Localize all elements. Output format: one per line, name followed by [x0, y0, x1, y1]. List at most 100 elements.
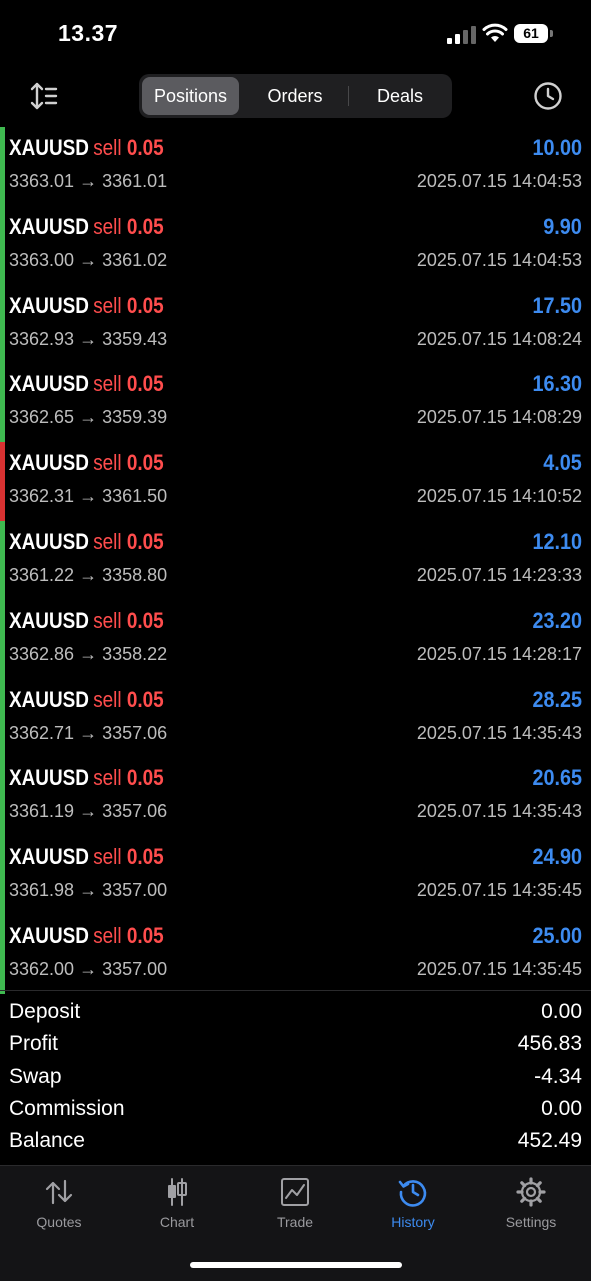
deal-type: sell — [93, 607, 122, 633]
deal-indicator-bar — [0, 442, 5, 521]
summary-value: 456.83 — [517, 1032, 582, 1056]
summary-label: Profit — [9, 1032, 59, 1056]
deal-time: 2025.07.15 14:08:24 — [416, 328, 582, 349]
deal-indicator-bar — [0, 678, 5, 758]
summary-row-deposit: Deposit 0.00 — [0, 997, 591, 1029]
deal-type: sell — [93, 844, 122, 870]
deal-title: XAUUSD sell 0.05 — [9, 687, 164, 713]
deal-title: XAUUSD sell 0.05 — [9, 765, 164, 791]
deal-title: XAUUSD sell 0.05 — [9, 293, 164, 319]
deal-title: XAUUSD sell 0.05 — [9, 371, 164, 397]
quotes-arrows-icon — [45, 1179, 73, 1205]
deal-time: 2025.07.15 14:28:17 — [416, 643, 582, 664]
deal-volume: 0.05 — [126, 450, 164, 476]
deal-title: XAUUSD sell 0.05 — [9, 844, 164, 870]
clock-icon[interactable] — [532, 80, 564, 112]
battery-level: 61 — [514, 24, 548, 43]
summary-label: Commission — [9, 1096, 125, 1120]
deal-symbol: XAUUSD — [9, 922, 89, 948]
deal-profit: 12.10 — [532, 528, 582, 554]
deal-indicator-bar — [0, 284, 5, 364]
deal-prices: 3363.00 → 3361.02 — [9, 249, 168, 270]
deal-indicator-bar — [0, 757, 5, 837]
deal-profit: 23.20 — [532, 607, 582, 633]
deal-volume: 0.05 — [126, 922, 164, 948]
deal-row[interactable]: XAUUSD sell 0.05 12.10 3361.22 → 3358.80 … — [0, 520, 591, 600]
summary-divider — [0, 990, 591, 991]
nav-quotes[interactable]: Quotes — [0, 1176, 118, 1236]
deal-volume: 0.05 — [126, 213, 164, 239]
deal-prices: 3361.22 → 3358.80 — [9, 564, 168, 585]
deal-volume: 0.05 — [126, 765, 164, 791]
deal-title: XAUUSD sell 0.05 — [9, 135, 164, 161]
deal-profit: 24.90 — [532, 844, 582, 870]
top-bar: Positions Orders Deals — [0, 70, 591, 122]
tab-divider — [348, 86, 349, 106]
deal-prices: 3361.19 → 3357.06 — [9, 801, 168, 822]
deal-row[interactable]: XAUUSD sell 0.05 10.00 3363.01 → 3361.01 … — [0, 127, 591, 206]
tab-positions[interactable]: Positions — [142, 77, 239, 115]
nav-chart[interactable]: Chart — [118, 1176, 236, 1236]
deal-row[interactable]: XAUUSD sell 0.05 16.30 3362.65 → 3359.39 … — [0, 363, 591, 443]
status-time: 13.37 — [58, 20, 119, 46]
deal-row[interactable]: XAUUSD sell 0.05 4.05 3362.31 → 3361.50 2… — [0, 442, 591, 521]
deal-title: XAUUSD sell 0.05 — [9, 529, 164, 555]
deal-row[interactable]: XAUUSD sell 0.05 23.20 3362.86 → 3358.22 … — [0, 599, 591, 679]
cellular-signal-icon — [447, 26, 476, 44]
deal-profit: 4.05 — [543, 450, 582, 476]
deal-symbol: XAUUSD — [9, 371, 89, 397]
summary-value: 0.00 — [541, 1000, 582, 1023]
deal-indicator-bar — [0, 205, 5, 285]
nav-history[interactable]: History — [354, 1176, 472, 1236]
deal-prices: 3363.01 → 3361.01 — [9, 171, 168, 191]
deal-time: 2025.07.15 14:35:43 — [416, 722, 582, 743]
deal-time: 2025.07.15 14:04:53 — [416, 171, 582, 191]
gear-icon — [516, 1177, 546, 1207]
deal-type: sell — [93, 450, 122, 476]
deal-indicator-bar — [0, 836, 5, 915]
deal-row[interactable]: XAUUSD sell 0.05 28.25 3362.71 → 3357.06 … — [0, 678, 591, 758]
deal-row[interactable]: XAUUSD sell 0.05 17.50 3362.93 → 3359.43 … — [0, 284, 591, 364]
summary-row-commission: Commission 0.00 — [0, 1094, 591, 1126]
wifi-icon — [482, 23, 508, 42]
nav-trade[interactable]: Trade — [236, 1176, 354, 1236]
deal-list: XAUUSD sell 0.05 10.00 3363.01 → 3361.01 … — [0, 127, 591, 994]
nav-label: History — [391, 1214, 435, 1230]
deal-symbol: XAUUSD — [9, 292, 89, 318]
deal-prices: 3362.71 → 3357.06 — [9, 722, 168, 743]
deal-time: 2025.07.15 14:35:45 — [416, 880, 582, 901]
battery-icon: 61 — [514, 24, 554, 43]
deal-row[interactable]: XAUUSD sell 0.05 25.00 3362.00 → 3357.00 … — [0, 914, 591, 994]
deal-time: 2025.07.15 14:04:53 — [416, 249, 582, 270]
deal-type: sell — [93, 528, 122, 554]
deal-symbol: XAUUSD — [9, 686, 89, 712]
summary-value: 0.00 — [541, 1096, 582, 1120]
deal-indicator-bar — [0, 363, 5, 443]
history-clock-icon — [398, 1180, 427, 1207]
sort-icon[interactable] — [28, 80, 60, 112]
deal-row[interactable]: XAUUSD sell 0.05 24.90 3361.98 → 3357.00 … — [0, 836, 591, 915]
tab-deals[interactable]: Deals — [351, 77, 449, 115]
summary-value: 452.49 — [517, 1129, 582, 1153]
deal-profit: 25.00 — [532, 922, 582, 948]
deal-volume: 0.05 — [126, 371, 164, 397]
bottom-nav: Quotes Chart Trade History Settings — [0, 1165, 591, 1281]
deal-profit: 9.90 — [543, 213, 582, 239]
nav-label: Settings — [505, 1214, 557, 1230]
deal-type: sell — [93, 135, 122, 160]
deal-profit: 20.65 — [532, 765, 582, 791]
deal-time: 2025.07.15 14:35:45 — [416, 958, 582, 979]
nav-settings[interactable]: Settings — [472, 1176, 590, 1236]
deal-row[interactable]: XAUUSD sell 0.05 20.65 3361.19 → 3357.06 … — [0, 757, 591, 837]
deal-prices: 3362.65 → 3359.39 — [9, 407, 168, 428]
deal-volume: 0.05 — [126, 135, 164, 160]
deal-row[interactable]: XAUUSD sell 0.05 9.90 3363.00 → 3361.02 2… — [0, 205, 591, 285]
deal-indicator-bar — [0, 127, 5, 206]
deal-profit: 10.00 — [532, 135, 582, 160]
deal-type: sell — [93, 371, 122, 397]
tab-orders[interactable]: Orders — [242, 77, 348, 115]
deal-profit: 16.30 — [532, 371, 582, 397]
summary-row-swap: Swap -4.34 — [0, 1062, 591, 1094]
summary-row-profit: Profit 456.83 — [0, 1029, 591, 1061]
deal-symbol: XAUUSD — [9, 607, 89, 633]
